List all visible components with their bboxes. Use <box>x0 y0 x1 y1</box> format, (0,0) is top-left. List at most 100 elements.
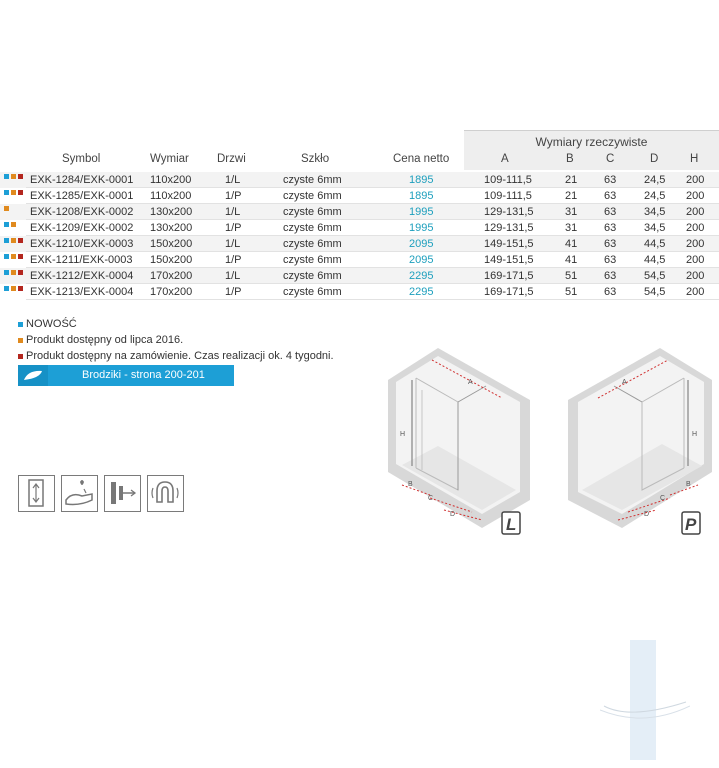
orange-square-icon <box>18 337 23 343</box>
row-a: 109-111,5 <box>484 174 532 186</box>
table-row: EXK-1211/EXK-0003 150x200 1/P czyste 6mm 209… <box>0 252 719 268</box>
row-szklo: czyste 6mm <box>283 174 342 186</box>
row-drzwi: 1/L <box>225 174 241 186</box>
row-d: 44,5 <box>644 238 666 250</box>
row-b: 31 <box>565 222 578 234</box>
blue-square-icon <box>18 321 23 327</box>
row-szklo: czyste 6mm <box>283 238 342 250</box>
label-d: D <box>450 511 455 518</box>
status-square-icon <box>18 174 23 179</box>
status-square-icon <box>11 270 16 275</box>
status-square-icon <box>4 286 9 291</box>
status-square-icon <box>11 174 16 179</box>
header-cena: Cena netto <box>393 153 450 165</box>
status-square-icon <box>18 190 23 195</box>
status-square-icon <box>11 190 16 195</box>
row-drzwi: 1/P <box>225 190 242 202</box>
row-symbol: EXK-1213/EXK-0004 <box>30 286 134 298</box>
label-d: D <box>644 511 649 518</box>
row-wymiar: 110x200 <box>150 190 192 202</box>
shower-trays-banner[interactable]: Brodziki - strona 200-201 <box>18 365 234 386</box>
table-row: EXK-1209/EXK-0002 130x200 1/P czyste 6mm 199… <box>0 220 719 236</box>
label-b: B <box>408 481 413 488</box>
row-c: 63 <box>604 190 617 202</box>
status-square-icon <box>4 206 9 211</box>
row-drzwi: 1/P <box>225 222 242 234</box>
table-row: EXK-1213/EXK-0004 170x200 1/P czyste 6mm 229… <box>0 284 719 300</box>
row-wymiar: 150x200 <box>150 238 193 250</box>
row-wymiar: 130x200 <box>150 206 193 218</box>
status-square-icon <box>4 254 9 259</box>
header-symbol: Symbol <box>62 153 101 165</box>
row-symbol: EXK-1210/EXK-0003 <box>30 238 134 250</box>
status-square-icon <box>4 270 9 275</box>
dimensions-group-header: Wymiary rzeczywiste <box>464 130 719 153</box>
row-symbol: EXK-1284/EXK-0001 <box>30 174 134 186</box>
row-d: 54,5 <box>644 286 666 298</box>
drawing-right: A H B C D P <box>568 348 712 535</box>
row-c: 63 <box>604 286 617 298</box>
row-wymiar: 170x200 <box>150 270 193 282</box>
note-new: NOWOŚĆ <box>18 316 334 332</box>
row-symbol: EXK-1211/EXK-0003 <box>30 254 133 266</box>
red-square-icon <box>18 353 23 359</box>
row-h: 200 <box>686 222 705 234</box>
table-header: Symbol Wymiar Drzwi Szkło Cena netto A B… <box>0 152 719 170</box>
row-c: 63 <box>604 238 617 250</box>
wall-profile-icon <box>104 475 141 512</box>
label-b: B <box>686 481 691 488</box>
note-text: Produkt dostępny na zamówienie. Czas rea… <box>26 350 334 362</box>
feature-icons <box>18 475 184 512</box>
status-square-icon <box>18 238 23 243</box>
row-symbol: EXK-1208/EXK-0002 <box>30 206 134 218</box>
row-h: 200 <box>686 286 705 298</box>
row-a: 129-131,5 <box>484 222 534 234</box>
row-c: 63 <box>604 174 617 186</box>
row-szklo: czyste 6mm <box>283 206 342 218</box>
row-drzwi: 1/P <box>225 254 242 266</box>
row-b: 21 <box>565 174 578 186</box>
row-d: 24,5 <box>644 174 666 186</box>
row-price: 1895 <box>409 190 434 202</box>
status-square-icon <box>4 238 9 243</box>
logo-watermark <box>600 640 690 760</box>
status-square-icon <box>4 174 9 179</box>
row-h: 200 <box>686 190 705 202</box>
row-wymiar: 110x200 <box>150 174 192 186</box>
row-price: 2295 <box>409 286 434 298</box>
row-szklo: czyste 6mm <box>283 270 342 282</box>
note-text: Produkt dostępny od lipca 2016. <box>26 334 184 346</box>
row-h: 200 <box>686 254 705 266</box>
row-szklo: czyste 6mm <box>283 190 342 202</box>
banner-label: Brodziki - strona 200-201 <box>82 369 205 381</box>
hand-wash-icon <box>61 475 98 512</box>
table-body: EXK-1284/EXK-0001 110x200 1/L czyste 6mm 189… <box>0 172 719 300</box>
status-square-icon <box>4 222 9 227</box>
row-b: 31 <box>565 206 578 218</box>
tray-icon <box>24 370 42 380</box>
row-szklo: czyste 6mm <box>283 254 342 266</box>
row-h: 200 <box>686 206 705 218</box>
badge-p-text: P <box>685 515 697 534</box>
row-b: 51 <box>565 286 578 298</box>
magnet-icon <box>147 475 184 512</box>
row-d: 44,5 <box>644 254 666 266</box>
row-a: 149-151,5 <box>484 238 534 250</box>
row-h: 200 <box>686 270 705 282</box>
row-b: 51 <box>565 270 578 282</box>
row-a: 109-111,5 <box>484 190 532 202</box>
row-c: 63 <box>604 206 617 218</box>
table-row: EXK-1212/EXK-0004 170x200 1/L czyste 6mm 229… <box>0 268 719 284</box>
table-row: EXK-1284/EXK-0001 110x200 1/L czyste 6mm 189… <box>0 172 719 188</box>
header-d: D <box>650 153 659 165</box>
label-h: H <box>400 431 405 438</box>
label-a: A <box>622 379 627 386</box>
banner-tab <box>18 365 48 386</box>
status-square-icon <box>18 254 23 259</box>
status-square-icon <box>4 190 9 195</box>
label-a: A <box>468 379 473 386</box>
status-square-icon <box>11 286 16 291</box>
row-a: 149-151,5 <box>484 254 534 266</box>
header-a: A <box>501 153 509 165</box>
header-c: C <box>606 153 615 165</box>
